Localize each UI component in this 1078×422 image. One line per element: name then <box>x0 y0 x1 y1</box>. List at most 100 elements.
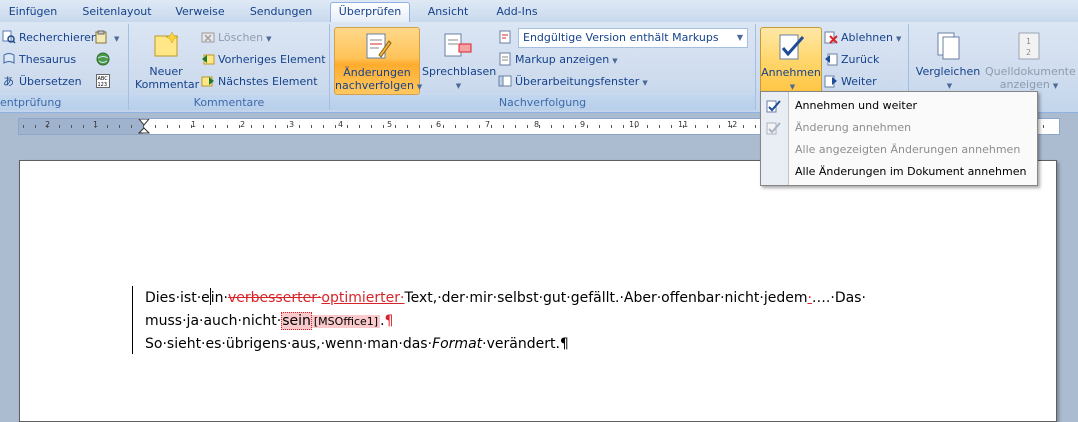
ruler-tick <box>383 125 384 128</box>
ruler-tick <box>143 125 144 128</box>
ruler-number: 5 <box>387 120 393 129</box>
next-comment-button[interactable]: Nächstes Element <box>201 72 318 91</box>
ruler-tick <box>575 125 576 128</box>
ruler-tick <box>275 125 276 128</box>
thesaurus-button[interactable]: Thesaurus <box>2 50 76 69</box>
text-run: Text,·der·mir·selbst·gut·gefällt.·Aber·o… <box>404 290 808 306</box>
menu-item-accept-all-shown[interactable]: Alle angezeigten Änderungen annehmen <box>761 139 1037 161</box>
ruler-number: 6 <box>436 120 442 129</box>
balloons-button[interactable]: Sprechblasen ▼ <box>422 30 496 92</box>
menu-item-accept-and-next[interactable]: Annehmen und weiter <box>761 95 1037 117</box>
next-change-button[interactable]: Weiter <box>824 72 877 91</box>
ruler-number: 9 <box>580 120 586 129</box>
ruler-tick <box>755 125 756 128</box>
ruler-tick <box>707 125 708 128</box>
ruler-left-margin <box>19 119 143 134</box>
ruler-tick <box>263 125 264 128</box>
svg-text:あ: あ <box>3 75 14 88</box>
ruler-tick <box>623 125 624 128</box>
ruler-tick <box>719 125 720 128</box>
tab-sendungen[interactable]: Sendungen <box>246 3 316 22</box>
globe-icon <box>96 52 110 66</box>
tab-verweise[interactable]: Verweise <box>170 3 230 22</box>
research-button[interactable]: Recherchieren <box>2 28 98 47</box>
ruler-tick <box>491 125 492 128</box>
ruler-tick <box>683 125 684 128</box>
ruler-tick <box>743 125 744 128</box>
new-comment-button[interactable]: Neuer Kommentar <box>135 30 199 92</box>
tab-seitenlayout[interactable]: Seitenlayout <box>78 3 156 22</box>
text-run: ….·Das· <box>811 290 866 306</box>
document-page[interactable]: Dies·ist·ein·verbesserter·optimierter·Te… <box>19 160 1057 422</box>
ruler-tick <box>251 125 252 128</box>
tab-einfuegen[interactable]: Einfügen <box>4 3 62 22</box>
previous-comment-button[interactable]: Vorheriges Element <box>201 50 326 69</box>
chevron-down-icon: ▼ <box>736 33 743 42</box>
display-for-review-icon <box>499 30 511 44</box>
show-source-documents-button[interactable]: 12 Quelldokumente anzeigen ▼ <box>985 30 1076 92</box>
compare-icon <box>937 32 960 60</box>
ruler-tick <box>1043 125 1044 128</box>
ruler-tick <box>671 125 672 128</box>
ruler-number: 3 <box>289 120 295 129</box>
ruler-tick <box>587 125 588 128</box>
ruler-tick <box>347 125 348 128</box>
ruler-tick <box>479 125 480 128</box>
ruler-tick <box>203 125 204 128</box>
menu-item-accept-change[interactable]: Änderung annehmen <box>761 117 1037 139</box>
clipboard-options-button[interactable]: ▼ <box>94 28 119 47</box>
document-line-3[interactable]: So·sieht·es·übrigens·aus,·wenn·man·das·F… <box>145 333 569 355</box>
text-run: in· <box>210 290 228 306</box>
ruler-number: 2 <box>240 120 246 129</box>
ruler-tick <box>95 125 96 128</box>
show-markup-button[interactable]: Markup anzeigen ▼ <box>498 50 618 69</box>
compare-button[interactable]: Vergleichen ▼ <box>915 30 981 92</box>
tab-ansicht[interactable]: Ansicht <box>420 3 476 22</box>
italic-text: Format <box>432 336 483 352</box>
indent-marker-icon[interactable] <box>138 119 150 135</box>
ruler-tick <box>731 125 732 128</box>
ruler-tick <box>119 125 120 128</box>
commented-text[interactable]: sein <box>281 312 312 330</box>
new-comment-icon <box>154 31 179 57</box>
menu-item-accept-all-in-document[interactable]: Alle Änderungen im Dokument annehmen <box>761 161 1037 183</box>
accept-button[interactable]: Annehmen ▼ <box>760 27 822 95</box>
reviewing-pane-button[interactable]: Überarbeitungsfenster ▼ <box>498 72 648 91</box>
ruler-tick <box>83 125 84 128</box>
inserted-text[interactable]: optimierter· <box>321 290 404 306</box>
ruler-tick <box>323 125 324 128</box>
language-button[interactable] <box>96 50 113 69</box>
tab-ueberpruefen[interactable]: Überprüfen <box>330 2 410 24</box>
track-changes-button[interactable]: Änderungen nachverfolgen ▼ <box>334 27 422 95</box>
delete-comment-button[interactable]: Löschen ▼ <box>201 28 272 47</box>
comment-marker[interactable]: [MSOffice1] <box>311 315 381 328</box>
ruler-tick <box>335 125 336 128</box>
group-comments: Neuer Kommentar Löschen ▼ Vorheriges Elem… <box>129 24 330 110</box>
previous-change-icon <box>825 53 838 66</box>
tab-add-ins[interactable]: Add-Ins <box>490 3 544 22</box>
translate-icon: あ <box>3 75 14 88</box>
document-line-2[interactable]: muss·ja·auch·nicht·sein [MSOffice1] .¶ <box>145 310 393 333</box>
ruler-tick <box>71 125 72 128</box>
ruler-tick <box>167 125 168 128</box>
word-count-button[interactable]: ABC 123 <box>96 72 113 91</box>
ruler-number: 7 <box>485 120 491 129</box>
ruler-tick <box>647 125 648 128</box>
ruler-tick <box>47 125 48 128</box>
translate-button[interactable]: あ Übersetzen <box>2 72 82 91</box>
ruler-tick <box>467 125 468 128</box>
previous-change-button[interactable]: Zurück <box>824 50 879 69</box>
accept-dropdown-menu: Annehmen und weiter Änderung annehmen Al… <box>760 91 1038 186</box>
ruler-tick <box>371 125 372 128</box>
ruler-tick <box>59 125 60 128</box>
ruler-tick <box>215 125 216 128</box>
deleted-text[interactable]: verbesserter· <box>228 290 321 306</box>
display-mode-select[interactable]: Endgültige Version enthält Markups ▼ <box>518 28 748 48</box>
svg-text:2: 2 <box>1026 48 1031 57</box>
ruler-tick <box>515 125 516 128</box>
ruler-number: 4 <box>338 120 344 129</box>
next-change-icon <box>824 75 837 88</box>
document-line-1[interactable]: Dies·ist·ein·verbesserter·optimierter·Te… <box>145 287 866 309</box>
ruler-tick <box>455 125 456 128</box>
reject-button[interactable]: Ablehnen ▼ <box>824 28 901 47</box>
